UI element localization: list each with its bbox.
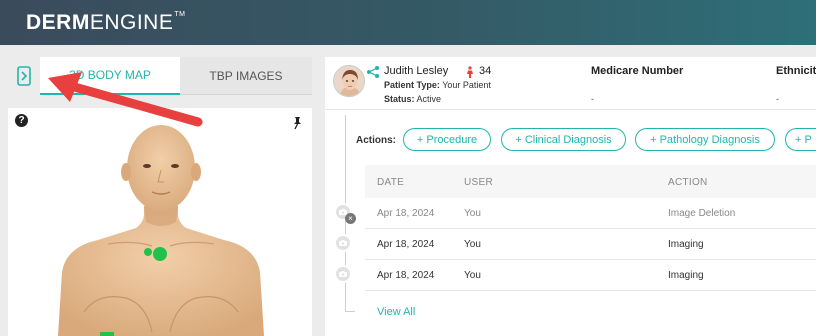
help-icon[interactable]: ? (15, 114, 28, 127)
row-user: You (464, 270, 481, 281)
patient-card: Judith Lesley 34 Patient Type: Your Pati… (325, 57, 816, 336)
row-action: Imaging (668, 239, 704, 250)
logo-light-text: ENGINE (89, 11, 174, 34)
header-divider (325, 109, 816, 110)
row-user: You (464, 239, 481, 250)
row-user: You (464, 208, 481, 219)
logo-trademark: TM (174, 11, 186, 18)
table-row[interactable]: Apr 18, 2024 You Image Deletion (365, 198, 816, 229)
history-table: DATE USER ACTION Apr 18, 2024 You Image … (365, 165, 816, 291)
deleted-badge-icon: × (345, 213, 356, 224)
patient-name[interactable]: Judith Lesley (384, 65, 448, 77)
patient-status-label: Status: (384, 94, 415, 104)
column-header-date[interactable]: DATE (377, 177, 404, 188)
patient-avatar[interactable] (333, 65, 365, 97)
top-bar: DERMENGINETM (0, 0, 816, 45)
row-action: Image Deletion (668, 208, 736, 219)
actions-label: Actions: (356, 135, 396, 146)
table-row[interactable]: Apr 18, 2024 You Imaging (365, 229, 816, 260)
patient-type-value: Your Patient (442, 80, 491, 90)
body-map-viewer[interactable]: ? (8, 108, 312, 336)
camera-icon (334, 234, 352, 252)
camera-icon (334, 265, 352, 283)
add-pathology-diagnosis-button[interactable]: + Pathology Diagnosis (635, 128, 775, 151)
table-row[interactable]: Apr 18, 2024 You Imaging (365, 260, 816, 291)
ethnicity-value: - (776, 94, 779, 104)
add-more-button[interactable]: + P (785, 128, 816, 151)
lesion-marker (144, 248, 152, 256)
medicare-number-value: - (591, 94, 594, 104)
add-clinical-diagnosis-button[interactable]: + Clinical Diagnosis (501, 128, 626, 151)
timeline-end (345, 311, 355, 312)
sidebar-toggle-icon[interactable] (17, 66, 31, 86)
3d-body-model[interactable] (48, 122, 278, 336)
dermengine-logo[interactable]: DERMENGINETM (26, 11, 185, 35)
medicare-number-label: Medicare Number (591, 65, 684, 77)
row-date: Apr 18, 2024 (377, 270, 435, 281)
patient-status-value: Active (416, 94, 442, 104)
row-action: Imaging (668, 270, 704, 281)
female-gender-icon (466, 65, 474, 78)
row-date: Apr 18, 2024 (377, 239, 435, 250)
add-procedure-button[interactable]: + Procedure (403, 128, 491, 151)
annotation-arrow-icon (48, 72, 203, 127)
pin-icon[interactable] (290, 116, 304, 130)
logo-bold-text: DERM (26, 11, 90, 34)
patient-status: Status: Active (384, 94, 441, 104)
lesion-marker (153, 247, 167, 261)
lesion-marker (100, 332, 114, 336)
patient-type-label: Patient Type: (384, 80, 440, 90)
view-all-link[interactable]: View All (377, 306, 415, 318)
patient-age: 34 (479, 65, 492, 77)
row-date: Apr 18, 2024 (377, 208, 435, 219)
share-icon[interactable] (366, 65, 380, 79)
column-header-user[interactable]: USER (464, 177, 493, 188)
table-header: DATE USER ACTION (365, 165, 816, 198)
ethnicity-label: Ethnicity (776, 65, 816, 77)
column-header-action[interactable]: ACTION (668, 177, 708, 188)
patient-type: Patient Type: Your Patient (384, 80, 491, 90)
